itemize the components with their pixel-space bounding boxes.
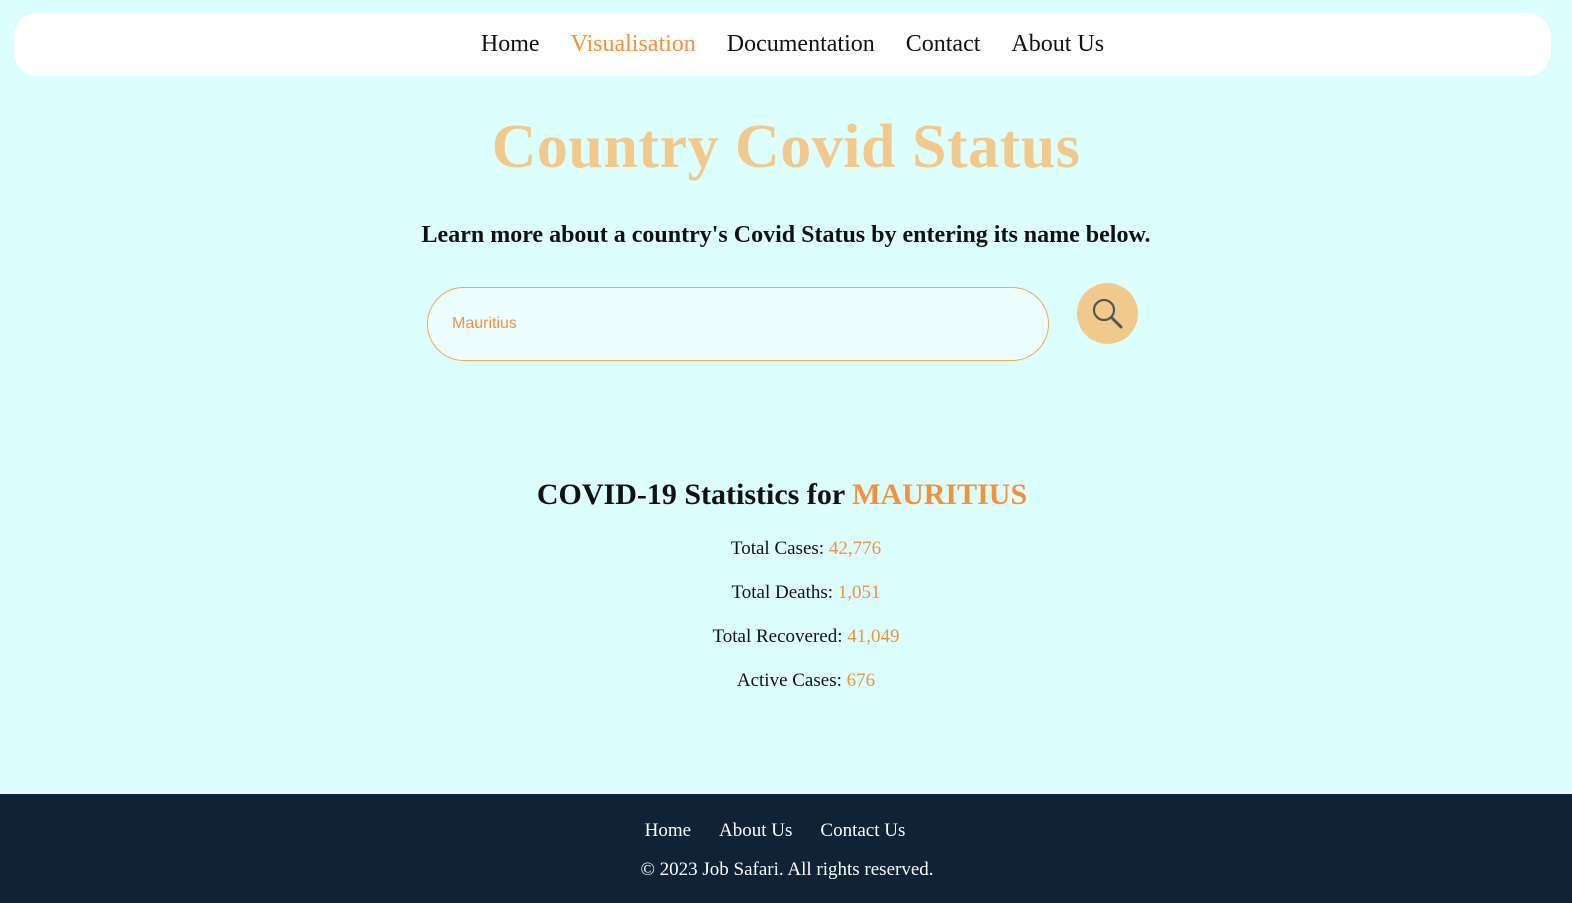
search-button[interactable] <box>1077 283 1138 344</box>
country-search-input[interactable] <box>427 287 1049 361</box>
stat-total-recovered: Total Recovered: 41,049 <box>0 626 1572 648</box>
stat-label: Total Cases: <box>730 538 829 559</box>
top-nav: Home Visualisation Documentation Contact… <box>14 13 1551 76</box>
stat-label: Total Deaths: <box>731 582 838 603</box>
nav-documentation[interactable]: Documentation <box>727 31 875 58</box>
nav-contact[interactable]: Contact <box>906 31 981 58</box>
search-icon <box>1092 298 1122 328</box>
footer-links: Home About Us Contact Us <box>0 820 1550 842</box>
stat-active-cases: Active Cases: 676 <box>0 670 1572 692</box>
stats-heading: COVID-19 Statistics for MAURITIUS <box>0 478 1564 512</box>
footer-copyright: © 2023 Job Safari. All rights reserved. <box>640 859 934 880</box>
stat-value: 42,776 <box>828 538 882 559</box>
stat-label: Total Recovered: <box>712 626 848 647</box>
footer-link-home[interactable]: Home <box>645 820 691 842</box>
footer-link-about-us[interactable]: About Us <box>719 820 792 842</box>
stat-total-cases: Total Cases: 42,776 <box>0 538 1572 560</box>
nav-visualisation[interactable]: Visualisation <box>571 31 696 58</box>
stat-total-deaths: Total Deaths: 1,051 <box>0 582 1572 604</box>
stat-value: 1,051 <box>837 582 881 603</box>
page-subtitle: Learn more about a country's Covid Statu… <box>421 222 1151 248</box>
stats-heading-prefix: COVID-19 Statistics for <box>536 478 853 511</box>
stat-label: Active Cases: <box>736 670 847 691</box>
page-title: Country Covid Status <box>491 113 1081 181</box>
footer-link-contact-us[interactable]: Contact Us <box>820 820 905 842</box>
nav-home[interactable]: Home <box>481 31 540 58</box>
nav-about-us[interactable]: About Us <box>1011 31 1104 58</box>
footer: Home About Us Contact Us © 2023 Job Safa… <box>0 794 1572 903</box>
stat-value: 676 <box>846 670 876 691</box>
stat-value: 41,049 <box>847 626 900 647</box>
page: Home Visualisation Documentation Contact… <box>0 0 1572 903</box>
stats-country-name: MAURITIUS <box>852 478 1028 511</box>
